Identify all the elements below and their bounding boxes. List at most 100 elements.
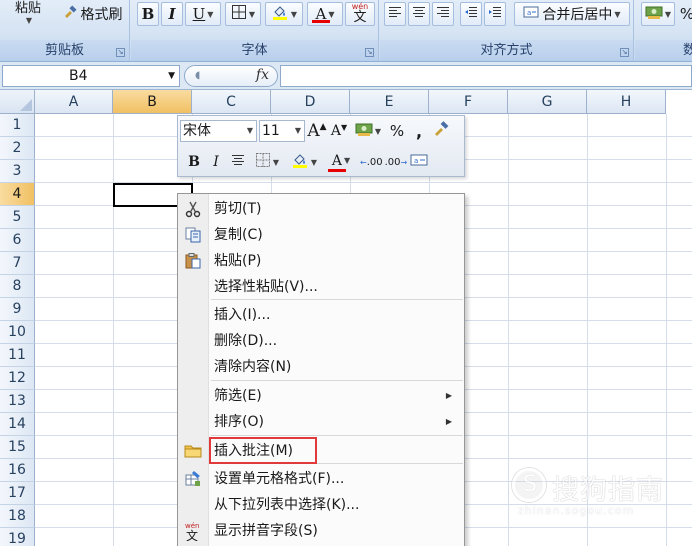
dialog-launcher-icon[interactable]: ↘ — [116, 48, 125, 57]
grow-font-button[interactable]: A ▲ — [307, 120, 327, 142]
menu-item-3[interactable]: 粘贴(P) — [178, 248, 464, 274]
row-header-15[interactable]: 15 — [0, 436, 35, 459]
row-header-19[interactable]: 19 — [0, 528, 35, 546]
menu-item-11[interactable]: 设置单元格格式(F)... — [178, 466, 464, 492]
align-right-button[interactable] — [432, 2, 454, 26]
column-header-c[interactable]: C — [192, 90, 271, 114]
svg-text:a: a — [527, 9, 531, 17]
row-header-3[interactable]: 3 — [0, 160, 35, 183]
row-header-12[interactable]: 12 — [0, 367, 35, 390]
mini-fill-color-button[interactable]: ▼ — [286, 151, 322, 173]
merge-center-button[interactable]: a 合并后居中 ▼ — [514, 2, 630, 26]
row-header-9[interactable]: 9 — [0, 298, 35, 321]
chevron-down-icon[interactable]: ▼ — [295, 121, 301, 141]
mini-font-color-button[interactable]: A ▼ — [324, 151, 358, 173]
borders-button[interactable]: ▼ — [225, 2, 261, 26]
select-all-corner[interactable] — [0, 90, 35, 114]
column-header-f[interactable]: F — [429, 90, 508, 114]
menu-item-9[interactable]: 排序(O) ▶ — [178, 409, 464, 435]
increase-decimal-button[interactable]: ← .00 — [360, 151, 383, 173]
menu-item-label: 排序(O) — [214, 414, 264, 430]
mini-percent-button[interactable]: % — [387, 120, 407, 142]
mini-comma-button[interactable]: , — [409, 120, 429, 142]
mini-font-size-select[interactable]: 11 ▼ — [259, 120, 305, 142]
row-header-8[interactable]: 8 — [0, 275, 35, 298]
mini-center-button[interactable] — [228, 151, 248, 173]
increase-indent-icon — [488, 5, 502, 23]
align-center-button[interactable] — [408, 2, 430, 26]
row-header-2[interactable]: 2 — [0, 137, 35, 160]
mini-merge-center-button[interactable]: a — [409, 151, 429, 173]
menu-item-1[interactable]: 剪切(T) — [178, 196, 464, 222]
fx-icon: fx — [255, 67, 269, 83]
formula-input[interactable] — [280, 65, 692, 87]
chevron-down-icon: ▼ — [614, 9, 621, 19]
name-box[interactable]: B4 ▼ — [2, 65, 180, 87]
number-caption-text: 数 — [683, 43, 692, 58]
decrease-indent-icon — [464, 5, 478, 23]
mini-italic-button[interactable]: I — [206, 151, 226, 173]
accounting-format-button[interactable]: ▼ — [641, 2, 675, 26]
number-caption: 数 — [635, 40, 692, 61]
fill-color-button[interactable]: ▼ — [265, 2, 303, 26]
bold-button[interactable]: B — [137, 2, 159, 26]
mini-borders-button[interactable]: ▼ — [250, 151, 284, 173]
column-header-e[interactable]: E — [350, 90, 429, 114]
chevron-down-icon[interactable]: ▼ — [168, 66, 175, 86]
chevron-down-icon[interactable]: ▼ — [247, 121, 253, 141]
row-header-17[interactable]: 17 — [0, 482, 35, 505]
decrease-decimal-button[interactable]: .00 → — [385, 151, 408, 173]
insert-function-button[interactable]: ◖ fx — [184, 65, 278, 87]
dialog-launcher-icon[interactable]: ↘ — [365, 48, 374, 57]
row-header-16[interactable]: 16 — [0, 459, 35, 482]
row-header-14[interactable]: 14 — [0, 413, 35, 436]
increase-indent-button[interactable] — [484, 2, 506, 26]
menu-item-13[interactable]: wén 文显示拼音字段(S) — [178, 518, 464, 544]
menu-item-4[interactable]: 选择性粘贴(V)... — [178, 274, 464, 300]
merge-center-icon: a — [410, 153, 428, 171]
column-header-h[interactable]: H — [587, 90, 666, 114]
percent-button[interactable]: % — [677, 2, 692, 26]
paste-button[interactable]: 粘贴 ▼ — [8, 0, 48, 26]
resize-handle-icon[interactable]: ◖ — [195, 70, 200, 81]
column-header-b[interactable]: B — [113, 90, 192, 114]
alignment-group: a 合并后居中 ▼ 对齐方式 ↘ — [380, 0, 634, 61]
menu-item-2[interactable]: 复制(C) — [178, 222, 464, 248]
dialog-launcher-icon[interactable]: ↘ — [620, 48, 629, 57]
scissors-icon — [183, 200, 203, 218]
row-header-10[interactable]: 10 — [0, 321, 35, 344]
mini-bold-button[interactable]: B — [184, 151, 204, 173]
align-left-icon — [388, 5, 402, 23]
format-painter-button[interactable]: 格式刷 — [56, 2, 128, 26]
number-group: ▼ % 数 — [635, 0, 692, 61]
column-header-a[interactable]: A — [35, 90, 113, 114]
menu-item-6[interactable]: 删除(D)... — [178, 328, 464, 354]
align-left-button[interactable] — [384, 2, 406, 26]
chevron-down-icon: ▼ — [248, 9, 256, 19]
menu-item-7[interactable]: 清除内容(N) — [178, 354, 464, 380]
decrease-indent-button[interactable] — [460, 2, 482, 26]
column-header-d[interactable]: D — [271, 90, 350, 114]
increase-decimal-icon: ← — [360, 157, 367, 167]
row-header-6[interactable]: 6 — [0, 229, 35, 252]
row-header-1[interactable]: 1 — [0, 114, 35, 137]
row-header-5[interactable]: 5 — [0, 206, 35, 229]
borders-icon — [255, 152, 271, 172]
row-header-4[interactable]: 4 — [0, 183, 35, 206]
menu-item-5[interactable]: 插入(I)... — [178, 302, 464, 328]
mini-accounting-format-button[interactable]: ▼ — [351, 120, 385, 142]
underline-button[interactable]: U ▼ — [185, 2, 221, 26]
menu-item-12[interactable]: 从下拉列表中选择(K)... — [178, 492, 464, 518]
phonetic-button[interactable]: wén 文 — [345, 2, 375, 26]
menu-item-8[interactable]: 筛选(E) ▶ — [178, 383, 464, 409]
italic-button[interactable]: I — [161, 2, 183, 26]
font-color-button[interactable]: A ▼ — [307, 2, 343, 26]
row-header-13[interactable]: 13 — [0, 390, 35, 413]
mini-format-painter-button[interactable] — [431, 120, 451, 142]
column-header-g[interactable]: G — [508, 90, 587, 114]
shrink-font-button[interactable]: A ▼ — [329, 120, 349, 142]
mini-font-name-select[interactable]: 宋体 ▼ — [180, 120, 257, 142]
row-header-11[interactable]: 11 — [0, 344, 35, 367]
row-header-18[interactable]: 18 — [0, 505, 35, 528]
row-header-7[interactable]: 7 — [0, 252, 35, 275]
